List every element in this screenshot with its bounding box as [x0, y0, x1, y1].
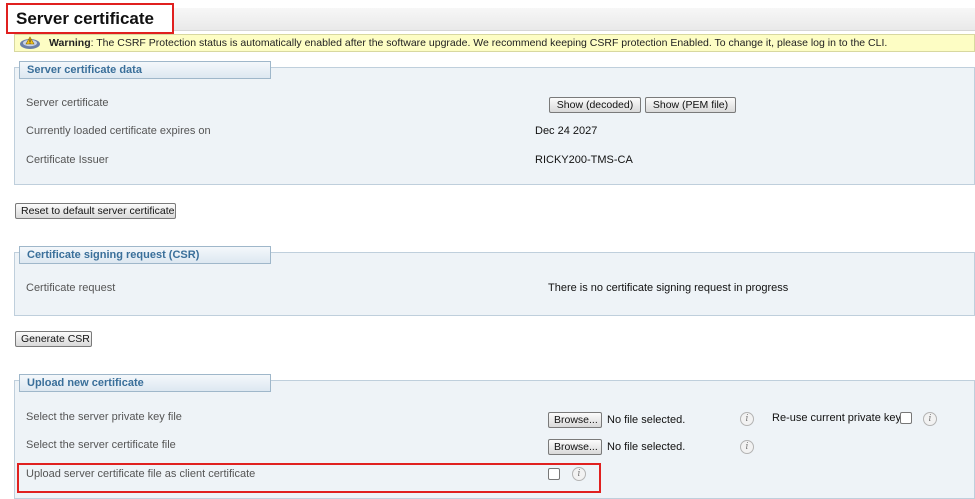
- warning-message: : The CSRF Protection status is automati…: [90, 37, 888, 49]
- private-key-file-label: Select the server private key file: [26, 411, 182, 423]
- generate-csr-button[interactable]: Generate CSR: [15, 331, 92, 347]
- warning-label: Warning: [49, 37, 91, 49]
- private-key-file-status: No file selected.: [607, 414, 686, 426]
- info-icon[interactable]: i: [740, 412, 754, 426]
- page-title-highlight: Server certificate: [6, 3, 174, 34]
- browse-private-key-button[interactable]: Browse...: [548, 412, 602, 428]
- reuse-private-key-label: Re-use current private key: [772, 412, 901, 424]
- section-legend: Upload new certificate: [19, 374, 271, 392]
- page-title: Server certificate: [16, 9, 154, 28]
- warning-banner: Warning: The CSRF Protection status is a…: [14, 34, 975, 52]
- title-bar-background: [174, 8, 975, 31]
- section-legend: Certificate signing request (CSR): [19, 246, 271, 264]
- expiry-label: Currently loaded certificate expires on: [26, 125, 211, 137]
- info-icon[interactable]: i: [923, 412, 937, 426]
- expiry-value: Dec 24 2027: [535, 125, 598, 137]
- show-decoded-button[interactable]: Show (decoded): [549, 97, 641, 113]
- issuer-value: RICKY200-TMS-CA: [535, 154, 633, 166]
- info-icon[interactable]: i: [740, 440, 754, 454]
- section-legend: Server certificate data: [19, 61, 271, 79]
- certificate-file-status: No file selected.: [607, 441, 686, 453]
- server-certificate-section: Server certificate data Server certifica…: [14, 61, 975, 185]
- csr-section: Certificate signing request (CSR) Certif…: [14, 246, 975, 316]
- client-certificate-highlight: [17, 463, 601, 493]
- server-certificate-label: Server certificate: [26, 97, 109, 109]
- issuer-label: Certificate Issuer: [26, 154, 109, 166]
- certificate-file-label: Select the server certificate file: [26, 439, 176, 451]
- reuse-private-key-checkbox[interactable]: [900, 412, 912, 424]
- reset-default-certificate-button[interactable]: Reset to default server certificate: [15, 203, 176, 219]
- browse-certificate-button[interactable]: Browse...: [548, 439, 602, 455]
- certificate-request-label: Certificate request: [26, 282, 116, 294]
- warning-text: Warning: The CSRF Protection status is a…: [49, 35, 887, 51]
- certificate-request-status: There is no certificate signing request …: [548, 282, 789, 294]
- warning-icon: [20, 36, 40, 49]
- show-pem-file-button[interactable]: Show (PEM file): [645, 97, 736, 113]
